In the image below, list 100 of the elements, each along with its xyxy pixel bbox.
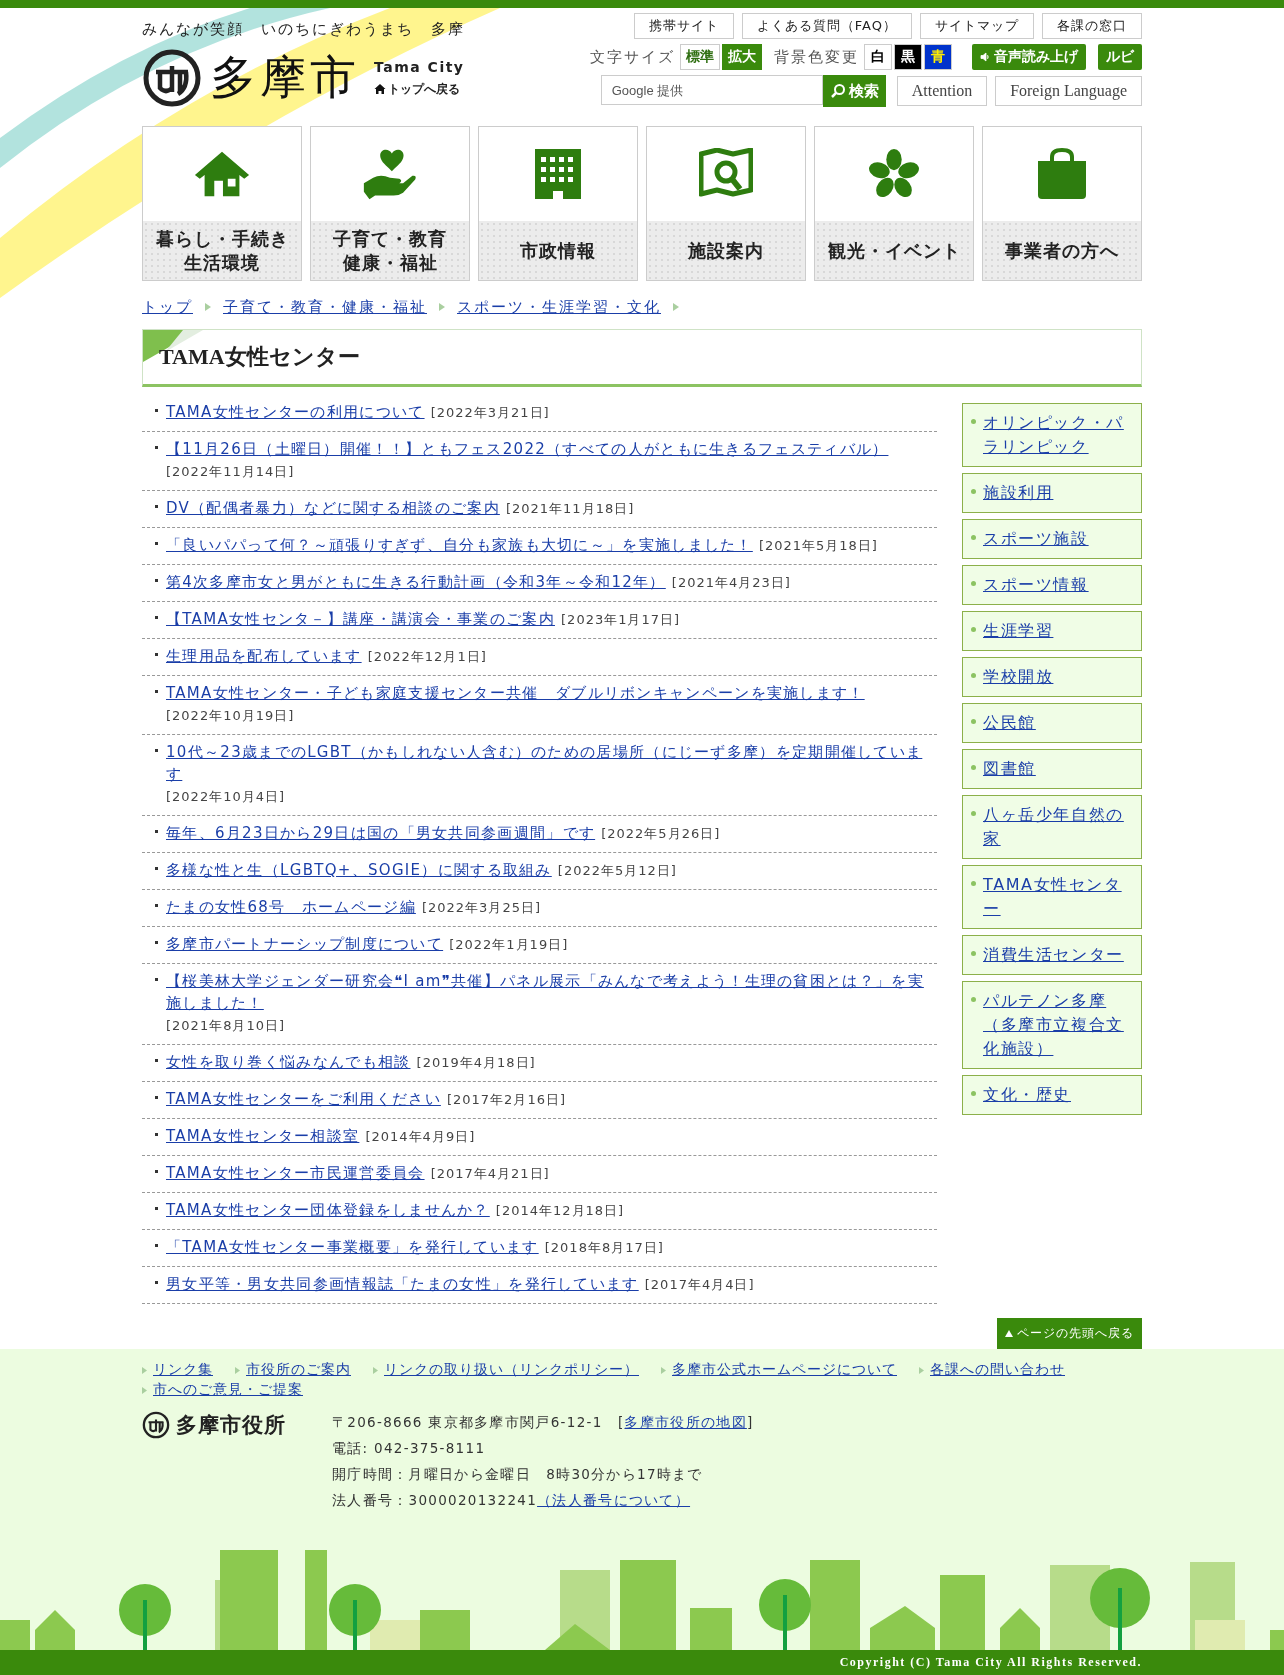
font-size-button[interactable]: 標準 <box>680 44 720 70</box>
page-title: TAMA女性センター <box>159 343 360 371</box>
building-icon <box>535 149 581 199</box>
sidebar-link[interactable]: パルテノン多摩（多摩市立複合文化施設） <box>962 981 1142 1069</box>
hand-heart-icon <box>362 147 418 201</box>
article-link[interactable]: DV（配偶者暴力）などに関する相談のご案内 <box>166 497 500 519</box>
article-link[interactable]: 多摩市パートナーシップ制度について <box>166 933 444 955</box>
corporate-number-link[interactable]: （法人番号について） <box>537 1492 691 1508</box>
arrow-icon <box>142 1366 147 1374</box>
sidebar-link[interactable]: 施設利用 <box>962 473 1142 513</box>
sidebar-link[interactable]: 公民館 <box>962 703 1142 743</box>
article-link[interactable]: 多様な性と生（LGBTQ+、SOGIE）に関する取組み <box>166 859 552 881</box>
article-date: [2017年4月21日] <box>430 1166 550 1181</box>
article-date: [2021年5月18日] <box>758 538 878 553</box>
article-link[interactable]: 毎年、6月23日から29日は国の「男女共同参画週間」です <box>166 822 596 844</box>
article-link[interactable]: TAMA女性センターをご利用ください <box>166 1088 441 1110</box>
article-link[interactable]: 生理用品を配布しています <box>166 645 362 667</box>
breadcrumb-link[interactable]: 子育て・教育・健康・福祉 <box>223 297 427 317</box>
footer-link[interactable]: リンクの取り扱い（リンクポリシー） <box>373 1361 639 1379</box>
article-date: [2014年4月9日] <box>365 1129 476 1144</box>
sidebar-link[interactable]: スポーツ情報 <box>962 565 1142 605</box>
breadcrumb-arrow-icon <box>205 303 211 311</box>
arrow-icon <box>661 1366 666 1374</box>
city-logo-icon <box>142 1411 170 1439</box>
article-date: [2022年5月12日] <box>557 863 677 878</box>
category-tile[interactable]: 事業者の方へ <box>982 126 1142 281</box>
bag-icon <box>1035 147 1089 201</box>
sidebar-link[interactable]: 八ヶ岳少年自然の家 <box>962 795 1142 859</box>
top-link[interactable]: よくある質問（FAQ） <box>741 13 912 39</box>
article-link[interactable]: 女性を取り巻く悩みなんでも相談 <box>166 1051 411 1073</box>
top-link[interactable]: 各課の窓口 <box>1042 13 1142 39</box>
category-tile[interactable]: 暮らし・手続き 生活環境 <box>142 126 302 281</box>
breadcrumb-link[interactable]: トップ <box>142 297 193 317</box>
article-date: [2022年3月21日] <box>430 405 550 420</box>
bracket-text: ] <box>746 1414 754 1430</box>
background-color-label: 背景色変更 <box>774 47 859 67</box>
city-hall-name: 多摩市役所 <box>176 1412 286 1439</box>
category-tile[interactable]: 施設案内 <box>646 126 806 281</box>
arrow-icon <box>373 1366 378 1374</box>
home-icon <box>374 83 386 95</box>
search-button[interactable]: 検索 <box>822 75 886 107</box>
top-link[interactable]: 携帯サイト <box>633 13 734 39</box>
top-link[interactable]: サイトマップ <box>920 13 1034 39</box>
breadcrumb-link[interactable]: スポーツ・生涯学習・文化 <box>457 297 661 317</box>
sidebar-link[interactable]: スポーツ施設 <box>962 519 1142 559</box>
article-date: [2022年3月25日] <box>421 900 541 915</box>
sidebar-link[interactable]: 学校開放 <box>962 657 1142 697</box>
back-to-top-button[interactable]: ページの先頭へ戻る <box>997 1318 1142 1349</box>
article-link[interactable]: 男女平等・男女共同参画情報誌「たまの女性」を発行しています <box>166 1273 639 1295</box>
read-aloud-button[interactable]: 音声読み上げ <box>972 44 1086 70</box>
footer-link[interactable]: 各課への問い合わせ <box>919 1361 1065 1379</box>
sidebar-link[interactable]: 図書館 <box>962 749 1142 789</box>
background-color-button[interactable]: 黒 <box>894 44 922 70</box>
language-link[interactable]: Foreign Language <box>995 76 1142 106</box>
footer-link[interactable]: 市へのご意見・ご提案 <box>142 1381 303 1399</box>
article-link[interactable]: 10代～23歳までのLGBT（かもしれない人含む）のための居場所（にじーず多摩）を定期開催しています <box>166 741 937 785</box>
article-link[interactable]: 「良いパパって何？～頑張りすぎず、自分も家族も大切に～」を実施しました！ <box>166 534 753 556</box>
background-color-button[interactable]: 青 <box>924 44 952 70</box>
article-link[interactable]: 第4次多摩市女と男がともに生きる行動計画（令和3年～令和12年） <box>166 571 666 593</box>
sidebar-link[interactable]: 生涯学習 <box>962 611 1142 651</box>
article-link[interactable]: TAMA女性センターの利用について <box>166 401 425 423</box>
ruby-button[interactable]: ルビ <box>1098 44 1142 70</box>
font-size-button[interactable]: 拡大 <box>722 44 762 70</box>
article-date: [2021年4月23日] <box>671 575 791 590</box>
breadcrumb-arrow-icon <box>439 303 445 311</box>
sidebar-link[interactable]: TAMA女性センター <box>962 865 1142 929</box>
article-link[interactable]: TAMA女性センター団体登録をしませんか？ <box>166 1199 490 1221</box>
sidebar-link[interactable]: 文化・歴史 <box>962 1075 1142 1115</box>
up-triangle-icon <box>1005 1330 1013 1337</box>
home-link[interactable]: トップへ戻る <box>374 80 465 98</box>
article-link[interactable]: TAMA女性センター・子ども家庭支援センター共催 ダブルリボンキャンペーンを実施します！ <box>166 682 865 704</box>
city-logo-text[interactable]: 多摩市 <box>210 47 360 109</box>
article-link[interactable]: たまの女性68号 ホームページ編 <box>166 896 416 918</box>
category-tile[interactable]: 観光・イベント <box>814 126 974 281</box>
footer-link[interactable]: リンク集 <box>142 1361 213 1379</box>
background-color-button[interactable]: 白 <box>864 44 892 70</box>
article-link[interactable]: 【TAMA女性センタ－】講座・講演会・事業のご案内 <box>166 608 555 630</box>
house-icon <box>193 149 251 199</box>
city-logo-icon <box>142 48 202 108</box>
article-link[interactable]: TAMA女性センター相談室 <box>166 1125 360 1147</box>
city-name-english: Tama City <box>374 58 465 75</box>
language-link[interactable]: Attention <box>896 76 988 106</box>
category-tile[interactable]: 子育て・教育 健康・福祉 <box>310 126 470 281</box>
article-link[interactable]: 【11月26日（土曜日）開催！！】ともフェス2022（すべての人がともに生きるフェスティバル） <box>166 438 889 460</box>
article-date: [2022年12月1日] <box>367 649 487 664</box>
map-link[interactable]: 多摩市役所の地図 <box>624 1414 747 1430</box>
article-date: [2017年4月4日] <box>644 1277 755 1292</box>
article-date: [2021年11月18日] <box>505 501 635 516</box>
sidebar-link[interactable]: 消費生活センター <box>962 935 1142 975</box>
article-link[interactable]: 【桜美林大学ジェンダー研究会❝I am❞共催】パネル展示「みんなで考えよう！生理の貧困とは？」を実施しました！ <box>166 970 937 1014</box>
phone-text: 電話: 042-375-8111 <box>332 1439 487 1458</box>
footer-link[interactable]: 多摩市公式ホームページについて <box>661 1361 897 1379</box>
category-tile[interactable]: 市政情報 <box>478 126 638 281</box>
footer-link[interactable]: 市役所のご案内 <box>235 1361 351 1379</box>
sidebar-link[interactable]: オリンピック・パラリンピック <box>962 403 1142 467</box>
article-link[interactable]: 「TAMA女性センター事業概要」を発行しています <box>166 1236 539 1258</box>
article-link[interactable]: TAMA女性センター市民運営委員会 <box>166 1162 425 1184</box>
article-date: [2017年2月16日] <box>446 1092 566 1107</box>
article-date: [2022年5月26日] <box>601 826 721 841</box>
search-field[interactable]: Google 提供 <box>600 75 823 105</box>
